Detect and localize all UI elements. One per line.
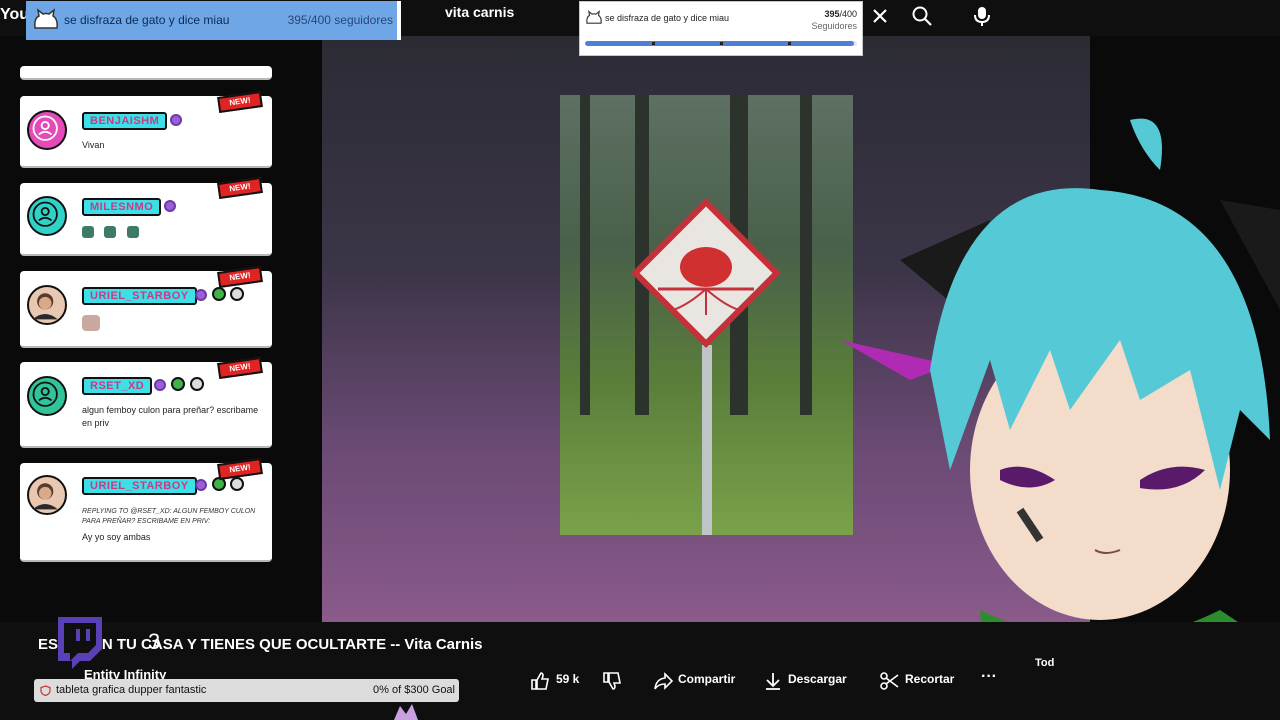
youtube-logo[interactable]: You — [0, 6, 29, 24]
user-icon — [32, 115, 58, 141]
filter-chip-partial[interactable]: Tod — [1035, 657, 1054, 669]
progress-tick — [652, 42, 655, 45]
clip-button[interactable]: Recortar — [905, 672, 954, 686]
share-icon[interactable] — [652, 670, 674, 692]
new-tag: NEW! — [217, 458, 263, 480]
avatar — [27, 475, 67, 515]
emote-row — [82, 225, 139, 243]
chat-message: RSET_XD NEW! algun femboy culon para pre… — [20, 357, 272, 448]
chat-username[interactable]: URIEL_STARBOY — [82, 477, 197, 495]
new-tag: NEW! — [217, 357, 263, 379]
follower-card-count: 395/400 Seguidores — [811, 9, 857, 31]
chat-message: BENJAISHM NEW! Vivan — [20, 91, 272, 168]
subscriber-badge-icon — [170, 114, 182, 126]
sign-post — [702, 345, 712, 535]
emote-icon — [82, 315, 100, 331]
chat-text: Ay yo soy ambas — [82, 532, 151, 542]
forest-warning-sign-image — [560, 95, 853, 535]
follower-card-label: se disfraza de gato y dice miau — [605, 13, 730, 23]
cat-icon — [586, 10, 602, 24]
subscriber-badge-icon — [195, 289, 207, 301]
chat-username[interactable]: BENJAISHM — [82, 112, 168, 130]
close-icon[interactable] — [868, 4, 892, 28]
user-icon — [32, 381, 58, 407]
avatar — [27, 376, 67, 416]
vip-badge-icon — [171, 377, 185, 391]
stream-screen: You vita carnis se disfraza de gato y di… — [0, 0, 1280, 720]
gift-badge-icon — [230, 477, 244, 491]
new-tag: NEW! — [217, 91, 263, 113]
clip-scissors-icon[interactable] — [879, 670, 901, 692]
cat-icon — [34, 8, 58, 29]
gift-badge-icon — [230, 287, 244, 301]
chat-message: URIEL_STARBOY NEW! — [20, 266, 272, 348]
mic-icon[interactable] — [970, 4, 994, 28]
new-tag: NEW! — [217, 266, 263, 288]
emote-icon — [126, 226, 139, 238]
subscriber-badge-icon — [195, 479, 207, 491]
profile-photo-icon — [32, 483, 58, 510]
profile-photo-icon — [32, 293, 58, 320]
donation-goal-label: tableta grafica dupper fantastic — [56, 684, 207, 696]
like-icon[interactable] — [529, 670, 551, 692]
reply-context: REPLYING TO @RSET_XD: ALGUN FEMBOY CULON… — [82, 508, 256, 525]
avatar — [27, 196, 67, 236]
gift-badge-icon — [190, 377, 204, 391]
subscriber-badge-icon — [164, 200, 176, 212]
more-actions-button[interactable]: ··· — [981, 668, 997, 686]
avatar — [27, 110, 67, 150]
share-button[interactable]: Compartir — [678, 672, 735, 686]
dislike-icon[interactable] — [601, 670, 623, 692]
follower-goal-count: 395/400 seguidores — [287, 13, 393, 27]
search-input[interactable]: vita carnis — [445, 4, 514, 20]
chat-text: algun femboy culon para preñar? escribam… — [82, 405, 259, 428]
progress-tick — [720, 42, 723, 45]
follower-goal-label: se disfraza de gato y dice miau — [64, 13, 230, 27]
follower-goal-bar: se disfraza de gato y dice miau 395/400 … — [26, 1, 401, 40]
donation-goal-amount: 0% of $300 Goal — [373, 684, 455, 696]
chat-username[interactable]: RSET_XD — [82, 377, 153, 395]
subscriber-badge-icon — [154, 379, 166, 391]
download-icon[interactable] — [762, 670, 784, 692]
avatar — [27, 285, 67, 325]
follower-goal-card: se disfraza de gato y dice miau 395/400 S… — [579, 1, 863, 56]
vip-badge-icon — [212, 287, 226, 301]
emote-icon — [104, 226, 117, 238]
chat-username[interactable]: URIEL_STARBOY — [82, 287, 197, 305]
chat-message: MILESNMO NEW! — [20, 177, 272, 256]
heart-shield-icon — [40, 685, 51, 696]
progress-tick — [788, 42, 791, 45]
donation-goal-bar: tableta grafica dupper fantastic 0% of $… — [34, 679, 459, 702]
vita-carnis-warning-sign-icon — [631, 198, 781, 348]
download-button[interactable]: Descargar — [788, 672, 847, 686]
sparkle-sprite-icon — [394, 704, 418, 720]
chat-message-partial — [20, 66, 272, 80]
emote-icon — [82, 226, 94, 238]
overlay-counter: 3 — [148, 629, 161, 654]
twitch-logo-icon — [58, 617, 102, 669]
user-icon — [32, 201, 58, 227]
chat-message: URIEL_STARBOY NEW! REPLYING TO @RSET_XD:… — [20, 458, 272, 562]
search-icon[interactable] — [910, 4, 934, 28]
chat-text: Vivan — [82, 140, 105, 150]
chat-username[interactable]: MILESNMO — [82, 198, 162, 216]
like-count[interactable]: 59 k — [556, 672, 579, 686]
new-tag: NEW! — [217, 177, 263, 199]
tree-trunk — [580, 95, 590, 415]
tree-trunk — [800, 95, 812, 415]
